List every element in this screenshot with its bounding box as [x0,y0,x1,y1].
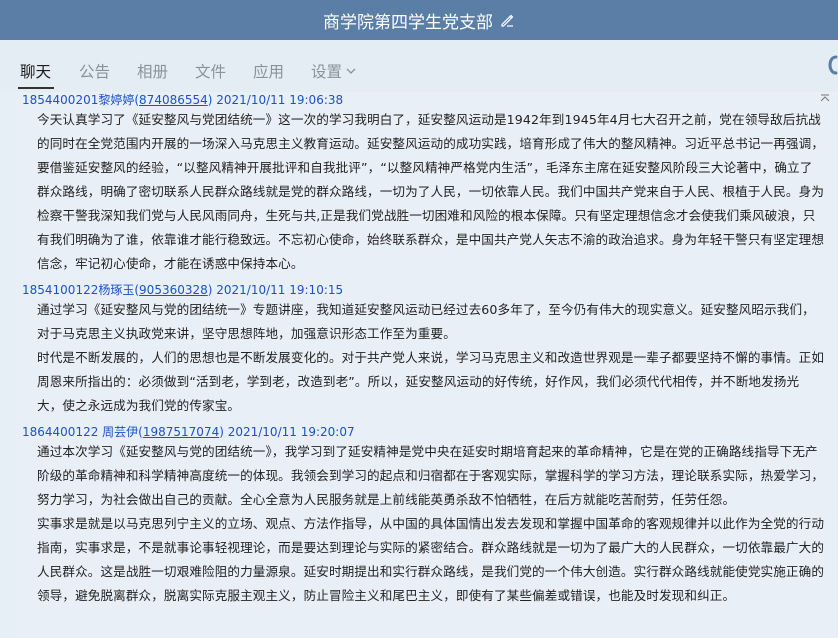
phone-icon[interactable] [826,55,838,75]
active-tab-indicator [18,87,54,89]
chat-message: 1854400201黎婷婷(874086554) 2021/10/11 19:0… [16,92,836,276]
tab-bar: 聊天 公告 相册 文件 应用 设置 [0,40,838,92]
message-timestamp: 2021/10/11 19:06:38 [216,93,344,107]
tab-chat[interactable]: 聊天 [20,60,51,82]
message-paragraph: 通过学习《延安整风与党的团结统一》专题讲座，我知道延安整风运动已经过去60多年了… [37,302,815,341]
sender-name[interactable]: 1854100122杨琢玉 [22,283,134,297]
sender-name[interactable]: 1864400122 周芸伊 [22,425,138,439]
message-paragraph: 今天认真学习了《延安整风与党团结统一》这一次的学习我明白了，延安整风运动是194… [37,112,825,271]
tab-files[interactable]: 文件 [195,60,226,82]
message-paragraph: 时代是不断发展的，人们的思想也是不断发展变化的。对于共产党人来说，学习马克思主义… [37,350,825,413]
tab-announcement[interactable]: 公告 [79,60,110,82]
message-timestamp: 2021/10/11 19:20:07 [227,425,355,439]
message-body: 通过本次学习《延安整风与党的团结统一》，我学习到了延安精神是党中央在延安时期培育… [16,440,836,608]
chat-message-area[interactable]: 1854400201黎婷婷(874086554) 2021/10/11 19:0… [16,92,836,638]
chat-message: 1864400122 周芸伊(1987517074) 2021/10/11 19… [16,424,836,608]
message-header: 1864400122 周芸伊(1987517074) 2021/10/11 19… [22,425,355,439]
message-header: 1854100122杨琢玉(905360328) 2021/10/11 19:1… [22,283,344,297]
chevron-down-icon [346,68,356,74]
tab-album[interactable]: 相册 [137,60,168,82]
sender-name[interactable]: 1854400201黎婷婷 [22,93,134,107]
message-body: 通过学习《延安整风与党的团结统一》专题讲座，我知道延安整风运动已经过去60多年了… [16,298,836,418]
message-paragraph: 通过本次学习《延安整风与党的团结统一》，我学习到了延安精神是党中央在延安时期培育… [37,444,825,507]
tab-apps[interactable]: 应用 [253,60,284,82]
message-header: 1854400201黎婷婷(874086554) 2021/10/11 19:0… [22,93,344,107]
sender-qq-link[interactable]: 874086554 [139,93,208,107]
sender-qq-link[interactable]: 905360328 [139,283,208,297]
title-wrap: 商学院第四学生党支部 [323,8,515,33]
chat-message: 1854100122杨琢玉(905360328) 2021/10/11 19:1… [16,282,836,418]
group-title: 商学院第四学生党支部 [323,12,493,33]
message-timestamp: 2021/10/11 19:10:15 [216,283,344,297]
message-body: 今天认真学习了《延安整风与党团结统一》这一次的学习我明白了，延安整风运动是194… [16,108,836,276]
tab-settings-label: 设置 [311,63,343,81]
pencil-icon[interactable] [499,12,515,28]
title-bar: 商学院第四学生党支部 [0,0,838,40]
message-paragraph: 实事求是就是以马克思列宁主义的立场、观点、方法作指导，从中国的具体国情出发去发现… [37,516,825,603]
tab-settings[interactable]: 设置 [311,60,356,82]
sender-qq-link[interactable]: 1987517074 [143,425,219,439]
